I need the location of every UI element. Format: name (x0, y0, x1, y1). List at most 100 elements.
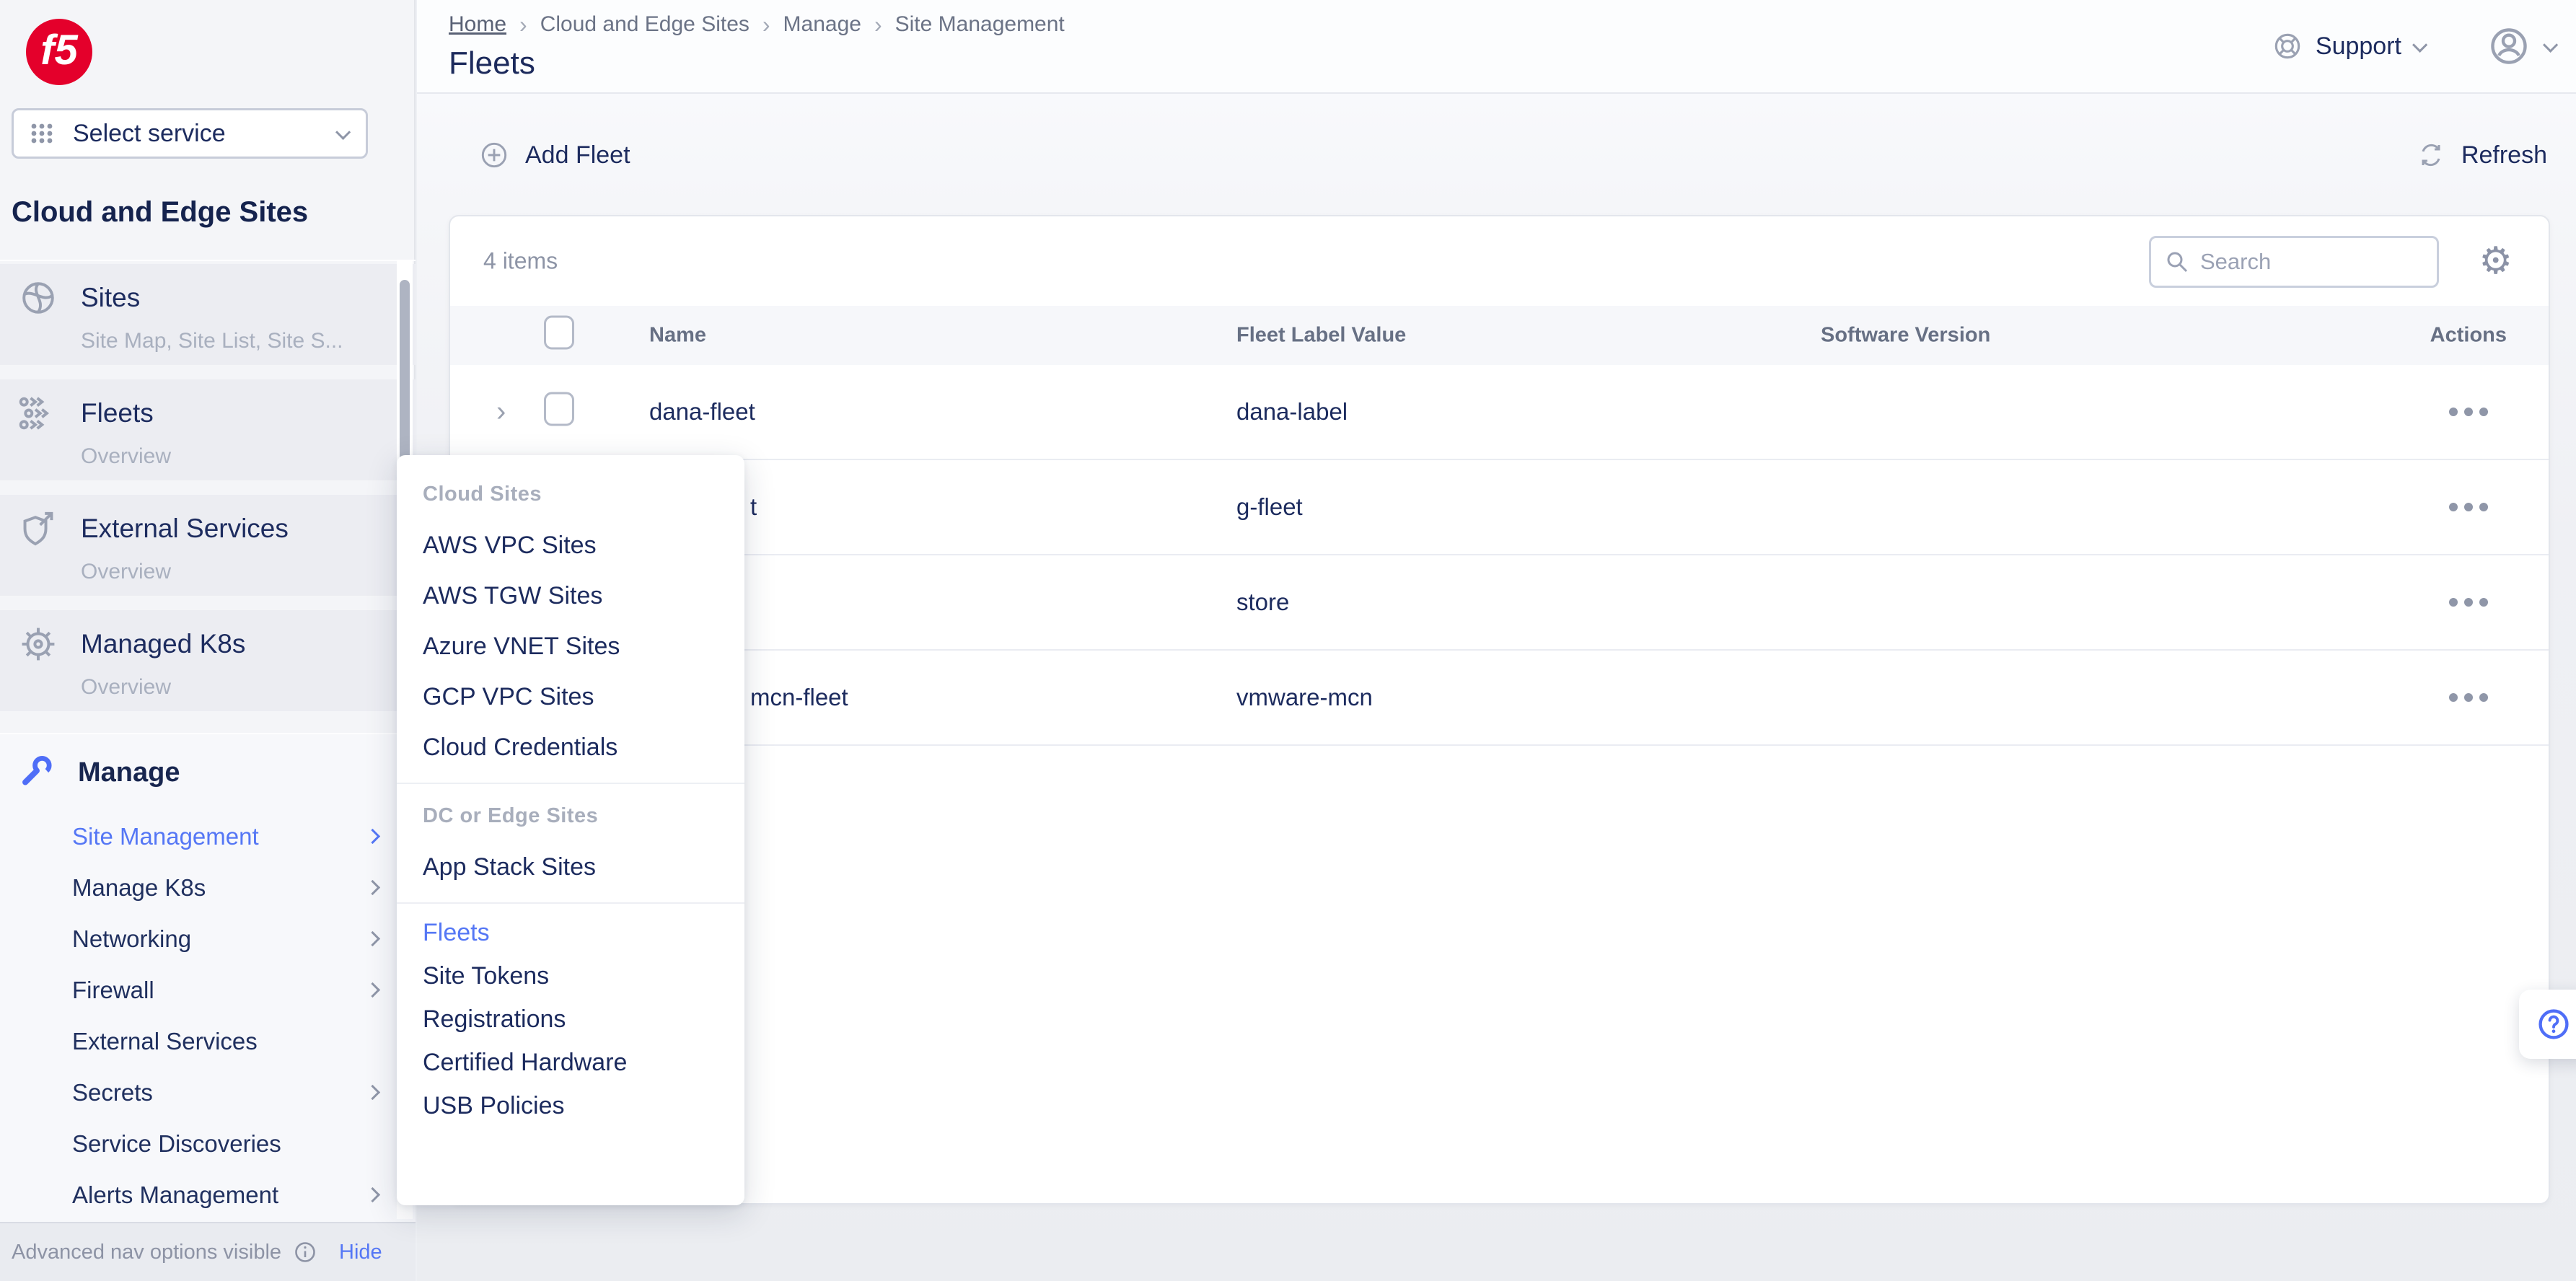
sidebar-item-subtitle: Overview (81, 560, 416, 584)
flyout-item-certified-hardware[interactable]: Certified Hardware (423, 1041, 744, 1084)
refresh-button[interactable]: Refresh (2415, 139, 2547, 171)
sidebar-item-managed-k8s[interactable]: Managed K8s Overview (0, 610, 416, 711)
flyout-item-aws-vpc-sites[interactable]: AWS VPC Sites (423, 520, 744, 571)
flyout-item-fleets[interactable]: Fleets (423, 911, 744, 954)
shield-arrow-icon (17, 508, 59, 550)
service-selector-label: Select service (73, 120, 336, 148)
sidebar-item-external-services-sub[interactable]: External Services (0, 1016, 416, 1067)
row-fleet-label-value: dana-label (1236, 398, 1348, 426)
add-fleet-button[interactable]: Add Fleet (478, 138, 630, 172)
app-window: f5 Select service Cloud and Edge Sites (0, 0, 2576, 1281)
grid-icon (28, 119, 57, 148)
sidebar-item-subtitle: Overview (81, 675, 416, 700)
breadcrumb-site-management[interactable]: Site Management (895, 12, 1065, 37)
plus-circle-icon (478, 138, 511, 172)
sub-item-label: Alerts Management (72, 1181, 278, 1209)
table-card-header: 4 items ⚙ (450, 216, 2549, 306)
row-actions-button[interactable] (2449, 693, 2488, 702)
column-header-actions: Actions (2430, 324, 2507, 348)
refresh-icon (2415, 139, 2447, 171)
search-input[interactable] (2200, 249, 2402, 275)
sub-item-label: Manage K8s (72, 874, 206, 902)
sidebar-item-subtitle: Site Map, Site List, Site S... (81, 329, 416, 353)
fleets-table-card: 4 items ⚙ Name Fleet Label Value Softwar… (449, 215, 2550, 1205)
flyout-item-registrations[interactable]: Registrations (423, 998, 744, 1041)
sidebar-item-networking[interactable]: Networking (0, 913, 416, 964)
row-name[interactable]: t (750, 493, 757, 521)
row-checkbox[interactable] (544, 392, 574, 426)
sidebar-section-title: Cloud and Edge Sites (12, 196, 308, 229)
sidebar-item-manage-k8s[interactable]: Manage K8s (0, 862, 416, 913)
help-button[interactable] (2519, 990, 2576, 1059)
row-name[interactable]: dana-fleet (649, 398, 755, 426)
chevron-right-icon (365, 931, 380, 946)
sidebar-item-sites[interactable]: Sites Site Map, Site List, Site S... (0, 264, 416, 365)
sidebar-item-fleets[interactable]: Fleets Overview (0, 379, 416, 480)
wrench-icon (17, 753, 56, 792)
breadcrumb-manage[interactable]: Manage (783, 12, 861, 37)
breadcrumb-cloud-edge-sites[interactable]: Cloud and Edge Sites (540, 12, 749, 37)
service-selector[interactable]: Select service (12, 108, 368, 159)
top-header: Home › Cloud and Edge Sites › Manage › S… (417, 0, 2576, 94)
flyout-item-site-tokens[interactable]: Site Tokens (423, 954, 744, 998)
info-icon (293, 1240, 317, 1264)
chevron-down-icon (2543, 37, 2558, 52)
flyout-item-usb-policies[interactable]: USB Policies (423, 1084, 744, 1127)
user-menu[interactable] (2486, 23, 2554, 69)
flyout-section-cloud-sites: Cloud Sites AWS VPC Sites AWS TGW Sites … (397, 480, 744, 772)
gear-icon[interactable]: ⚙ (2479, 242, 2513, 280)
page-title: Fleets (449, 45, 1065, 82)
row-actions-button[interactable] (2449, 408, 2488, 416)
row-expander-icon[interactable]: › (496, 396, 506, 428)
sidebar-item-label: Fleets (81, 398, 154, 428)
sidebar-item-subtitle: Overview (81, 444, 416, 469)
manage-label: Manage (78, 757, 180, 788)
sidebar-item-manage[interactable]: Manage (0, 734, 416, 792)
row-fleet-label-value: vmware-mcn (1236, 684, 1373, 711)
sidebar-item-alerts-management[interactable]: Alerts Management (0, 1169, 416, 1220)
flyout-item-azure-vnet-sites[interactable]: Azure VNET Sites (423, 621, 744, 672)
sidebar-nav: Sites Site Map, Site List, Site S... Fle… (0, 260, 416, 711)
chevron-right-icon (365, 1187, 380, 1202)
sidebar: f5 Select service Cloud and Edge Sites (0, 0, 416, 1281)
column-header-name[interactable]: Name (649, 324, 706, 348)
sub-item-label: Secrets (72, 1079, 153, 1106)
sub-item-label: Service Discoveries (72, 1130, 281, 1158)
chevron-right-icon (365, 880, 380, 895)
search-icon (2164, 249, 2190, 275)
sidebar-item-service-discoveries[interactable]: Service Discoveries (0, 1118, 416, 1169)
sidebar-item-secrets[interactable]: Secrets (0, 1067, 416, 1118)
select-all-checkbox[interactable] (544, 316, 574, 350)
flyout-item-app-stack-sites[interactable]: App Stack Sites (423, 842, 744, 892)
table-row: › mcn-fleet vmware-mcn (450, 651, 2549, 746)
sidebar-item-external-services[interactable]: External Services Overview (0, 495, 416, 596)
items-count: 4 items (483, 248, 558, 275)
sidebar-item-site-management[interactable]: Site Management (0, 811, 416, 862)
row-actions-button[interactable] (2449, 503, 2488, 511)
flyout-item-aws-tgw-sites[interactable]: AWS TGW Sites (423, 571, 744, 621)
sidebar-item-firewall[interactable]: Firewall (0, 964, 416, 1016)
sub-item-label: Firewall (72, 977, 154, 1004)
flyout-section-header: DC or Edge Sites (423, 801, 744, 830)
row-actions-button[interactable] (2449, 598, 2488, 607)
site-management-flyout: Cloud Sites AWS VPC Sites AWS TGW Sites … (397, 455, 744, 1205)
support-label: Support (2316, 32, 2401, 61)
sidebar-manage-section: Manage Site Management Manage K8s Networ… (0, 733, 416, 1222)
hide-nav-link[interactable]: Hide (339, 1241, 382, 1264)
column-header-fleet-label-value[interactable]: Fleet Label Value (1236, 324, 1406, 348)
row-name[interactable]: mcn-fleet (750, 684, 848, 711)
flyout-item-gcp-vpc-sites[interactable]: GCP VPC Sites (423, 672, 744, 722)
sub-item-label: Site Management (72, 823, 259, 850)
flyout-item-cloud-credentials[interactable]: Cloud Credentials (423, 722, 744, 772)
sidebar-footer: Advanced nav options visible Hide (0, 1222, 416, 1281)
f5-logo-text: f5 (40, 26, 78, 74)
breadcrumb-separator: › (519, 12, 527, 38)
table-search[interactable] (2149, 236, 2439, 288)
column-header-software-version[interactable]: Software Version (1821, 324, 1990, 348)
breadcrumb-home[interactable]: Home (449, 12, 506, 37)
f5-logo[interactable]: f5 (26, 19, 92, 85)
flyout-section-dc-edge-sites: DC or Edge Sites App Stack Sites (397, 784, 744, 892)
table-header-row: Name Fleet Label Value Software Version … (450, 306, 2549, 365)
support-menu[interactable]: Support (2271, 30, 2424, 63)
table-row: › store (450, 555, 2549, 651)
